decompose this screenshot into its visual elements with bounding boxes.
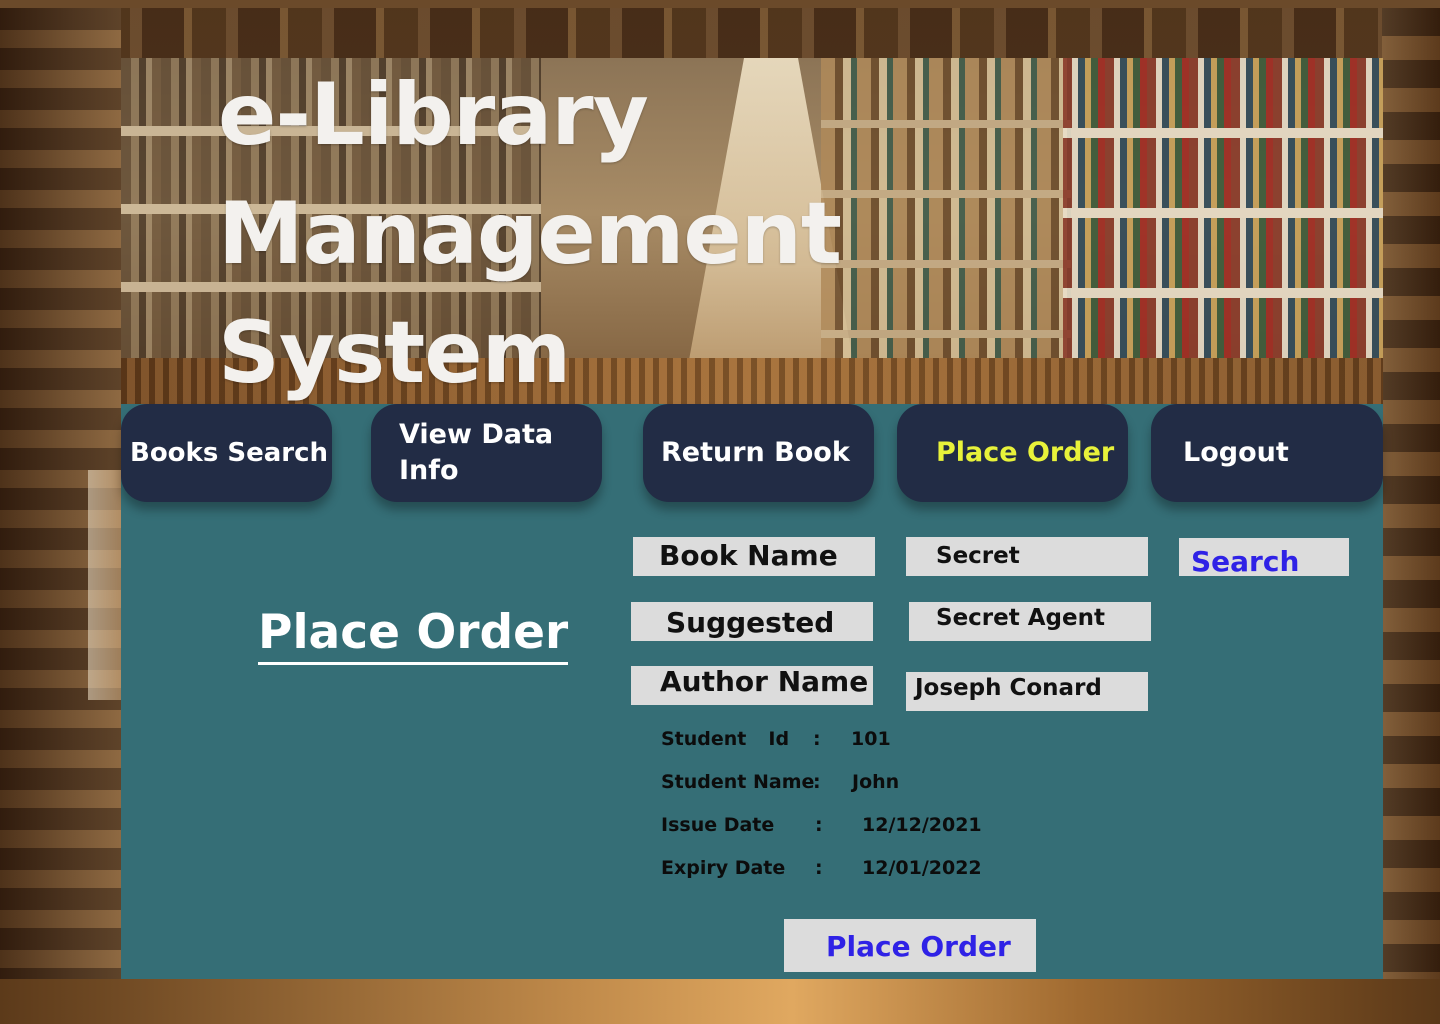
expiry-date-label: Expiry Date: [661, 857, 786, 879]
book-name-label: Book Name: [633, 537, 875, 576]
issue-date-value: 12/12/2021: [862, 814, 982, 836]
suggested-label: Suggested: [631, 602, 873, 641]
student-id-label-id: Id: [768, 728, 790, 750]
nav-books-search-label: Books Search: [130, 438, 329, 468]
banner-right-bookshelf: [1063, 58, 1383, 358]
nav-view-data-info-label: View Data Info: [399, 417, 553, 489]
student-name-value: John: [852, 771, 900, 793]
student-id-label-word: Student: [661, 728, 747, 750]
nav-books-search-button[interactable]: Books Search: [121, 404, 332, 502]
background-right-shelves: [1382, 8, 1440, 1024]
background-floor: [0, 979, 1440, 1024]
background-window-frame: [88, 470, 121, 700]
search-button[interactable]: Search: [1179, 538, 1349, 576]
student-id-value: 101: [851, 728, 891, 750]
suggested-book-field[interactable]: Secret Agent: [909, 602, 1151, 641]
author-name-label: Author Name: [631, 666, 873, 705]
book-name-field[interactable]: Secret: [906, 537, 1148, 576]
expiry-date-colon: :: [815, 857, 823, 879]
nav-view-data-line2: Info: [399, 455, 459, 486]
nav-view-data-line1: View Data: [399, 419, 554, 450]
app-title: e-Library Management System: [218, 65, 842, 403]
student-id-colon: :: [813, 728, 821, 750]
nav-return-book-label: Return Book: [661, 437, 850, 468]
author-name-field[interactable]: Joseph Conard: [906, 672, 1148, 711]
nav-view-data-info-button[interactable]: View Data Info: [371, 404, 602, 502]
place-order-submit-button[interactable]: Place Order: [784, 919, 1036, 972]
page-title: Place Order: [258, 604, 569, 665]
student-name-colon: :: [813, 771, 821, 793]
student-id-label: Student Id: [661, 727, 789, 751]
expiry-date-value: 12/01/2022: [862, 857, 982, 879]
nav-logout-button[interactable]: Logout: [1151, 404, 1383, 502]
nav-logout-label: Logout: [1183, 437, 1289, 468]
nav-place-order-label: Place Order: [936, 437, 1115, 468]
issue-date-colon: :: [815, 814, 823, 836]
student-name-label: Student Name: [661, 771, 815, 793]
nav-return-book-button[interactable]: Return Book: [643, 404, 874, 502]
issue-date-label: Issue Date: [661, 814, 775, 836]
nav-place-order-button[interactable]: Place Order: [897, 404, 1128, 502]
